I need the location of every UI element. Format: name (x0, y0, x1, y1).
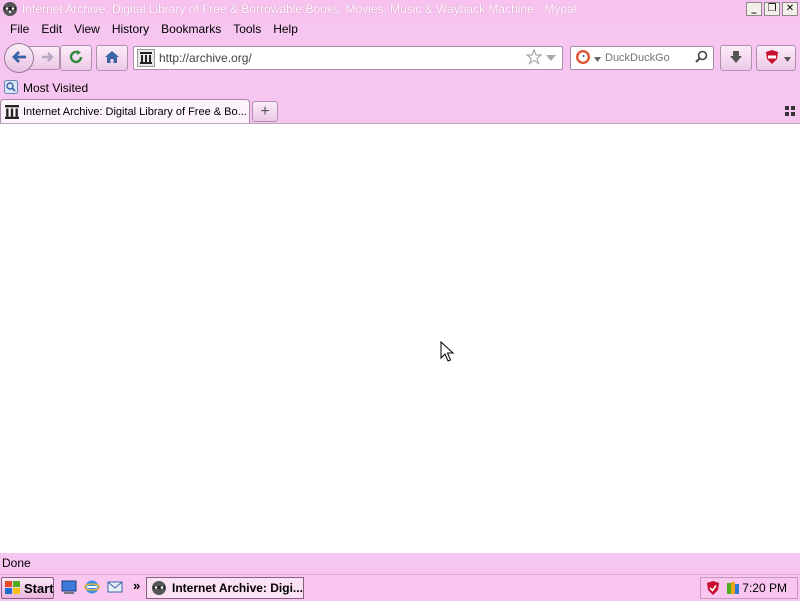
download-arrow-icon (729, 50, 743, 67)
menu-view[interactable]: View (68, 22, 106, 36)
home-button[interactable] (96, 45, 128, 71)
back-button[interactable] (4, 43, 34, 73)
url-bar[interactable] (133, 46, 563, 70)
menu-bar: File Edit View History Bookmarks Tools H… (0, 19, 800, 39)
minimize-button[interactable]: _ (746, 2, 762, 16)
quicklaunch-more-chevron[interactable]: » (133, 578, 140, 593)
menu-help[interactable]: Help (267, 22, 304, 36)
close-button[interactable]: ✕ (782, 2, 798, 16)
status-bar: Done (0, 553, 800, 573)
title-bar: Internet Archive: Digital Library of Fre… (0, 0, 800, 18)
windows-logo-icon (5, 581, 21, 595)
system-tray: 7:20 PM (700, 577, 798, 599)
mypal-raccoon-icon[interactable] (2, 1, 18, 17)
archive-favicon-icon (5, 104, 19, 119)
tab-internet-archive[interactable]: Internet Archive: Digital Library of Fre… (0, 99, 250, 123)
close-icon: ✕ (785, 3, 795, 14)
archive-site-icon (137, 49, 155, 67)
back-arrow-icon (11, 50, 27, 67)
tab-title: Internet Archive: Digital Library of Fre… (23, 105, 247, 118)
navigation-toolbar (0, 42, 800, 74)
engine-dropdown-icon[interactable] (594, 51, 601, 65)
show-desktop-icon (61, 579, 77, 598)
email-quicklaunch[interactable] (106, 579, 124, 597)
adblock-button[interactable] (756, 45, 796, 71)
internet-explorer-quicklaunch[interactable] (83, 579, 101, 597)
start-label: Start (24, 580, 54, 596)
books-tray-icon[interactable] (725, 580, 741, 596)
adblock-shield-icon (764, 49, 780, 68)
internet-explorer-icon (83, 579, 101, 598)
start-button[interactable]: Start (1, 577, 54, 599)
menu-tools[interactable]: Tools (227, 22, 267, 36)
most-visited-icon (4, 79, 18, 97)
back-forward-group (4, 43, 60, 73)
mypal-task-icon (151, 580, 167, 596)
tab-list-icon[interactable] (785, 105, 795, 119)
duckduckgo-engine-icon[interactable] (575, 49, 591, 68)
bookmark-star-icon[interactable] (525, 47, 543, 68)
window-title: Internet Archive: Digital Library of Fre… (22, 2, 577, 16)
security-shield-tray-icon[interactable] (705, 580, 721, 596)
menu-bookmarks[interactable]: Bookmarks (155, 22, 227, 36)
new-tab-button[interactable]: + (252, 101, 278, 122)
tab-strip: Internet Archive: Digital Library of Fre… (0, 99, 800, 123)
menu-file[interactable]: File (4, 22, 35, 36)
search-icon[interactable] (695, 50, 708, 66)
status-text: Done (2, 556, 31, 570)
adblock-dropdown-icon (784, 51, 791, 65)
bookmarks-toolbar: Most Visited (0, 78, 800, 98)
restore-icon: ❐ (767, 3, 777, 14)
system-clock: 7:20 PM (742, 581, 787, 595)
most-visited-bookmark[interactable]: Most Visited (4, 79, 89, 97)
reload-button[interactable] (60, 45, 92, 71)
page-content-area[interactable] (0, 123, 800, 553)
minimize-icon: _ (751, 3, 757, 14)
search-input[interactable] (605, 52, 693, 64)
mouse-cursor-icon (440, 340, 455, 366)
show-desktop-quicklaunch[interactable] (60, 579, 78, 597)
forward-arrow-icon (41, 51, 55, 66)
taskbar-item-label: Internet Archive: Digi... (172, 581, 303, 595)
plus-icon: + (260, 102, 270, 120)
most-visited-label: Most Visited (23, 81, 89, 95)
url-history-dropdown-icon[interactable] (546, 51, 556, 65)
restore-button[interactable]: ❐ (764, 2, 780, 16)
taskbar-item-internet-archive[interactable]: Internet Archive: Digi... (146, 577, 304, 599)
reload-icon (68, 49, 84, 68)
home-icon (104, 49, 120, 68)
taskbar: Start » Internet Archive: Digi... 7:20 P… (0, 574, 800, 601)
downloads-button[interactable] (720, 45, 752, 71)
search-bar[interactable] (570, 46, 714, 70)
menu-edit[interactable]: Edit (35, 22, 68, 36)
menu-history[interactable]: History (106, 22, 155, 36)
email-client-icon (107, 579, 123, 598)
url-input[interactable] (159, 51, 526, 65)
